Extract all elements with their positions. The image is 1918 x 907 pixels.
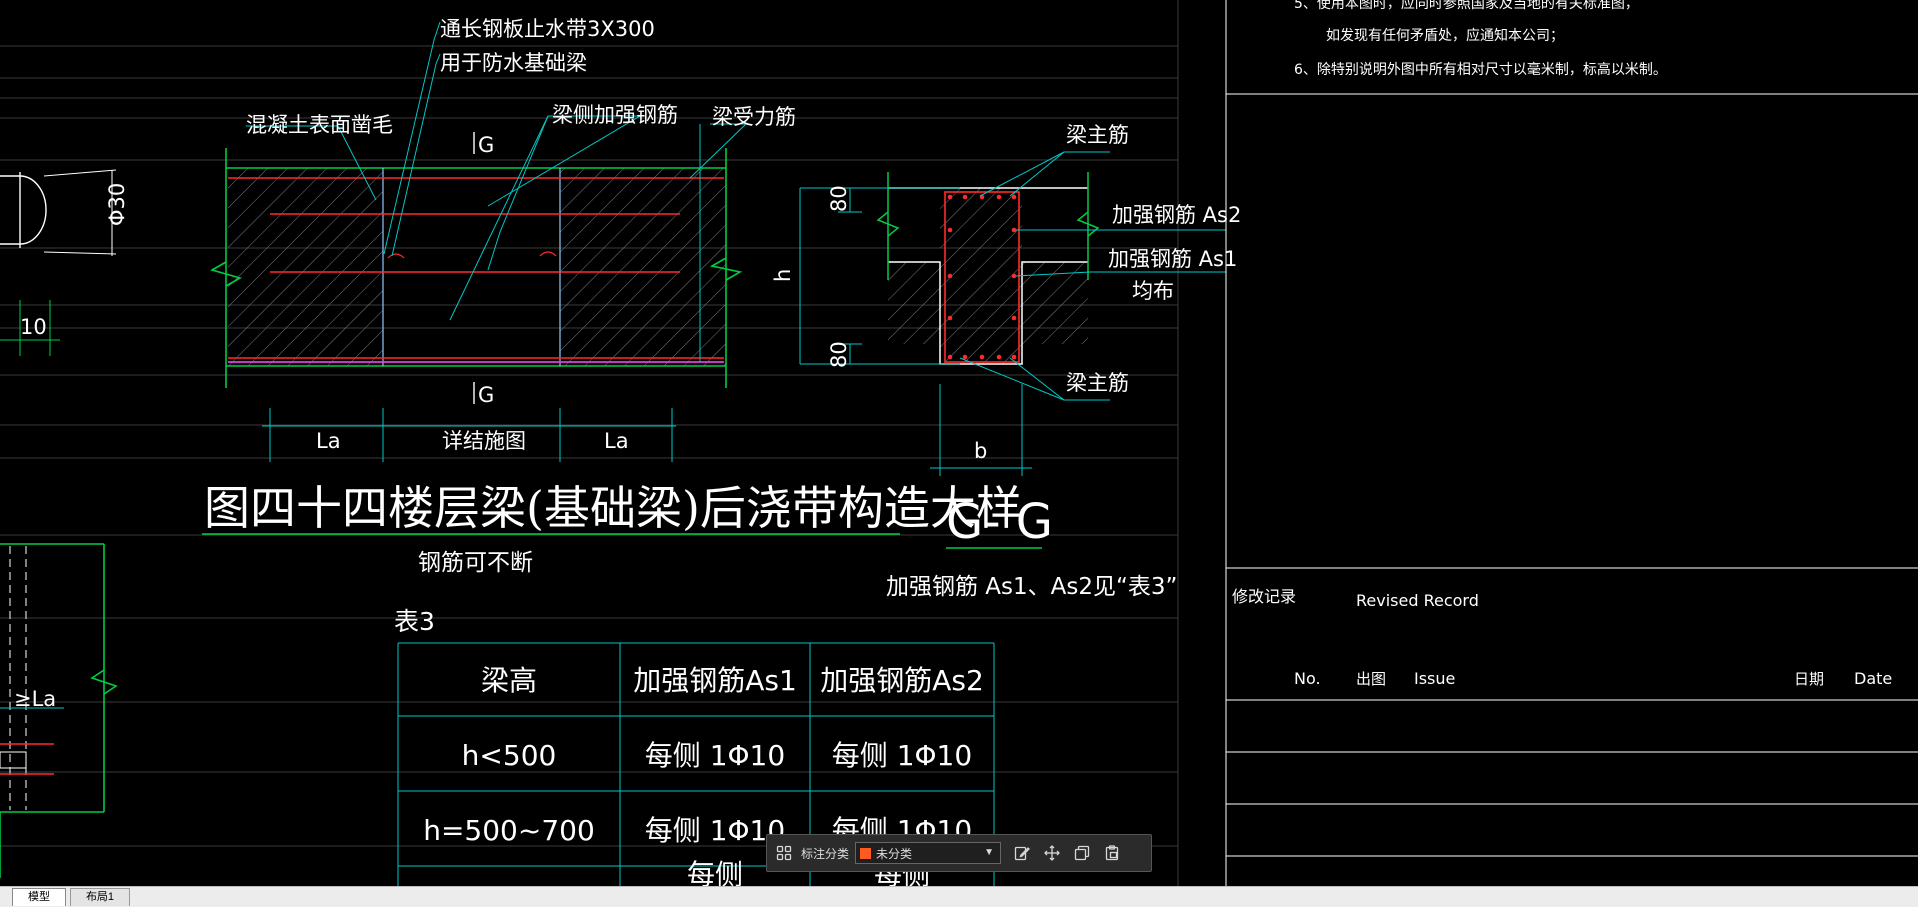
label-as2: 加强钢筋 As2: [1112, 203, 1241, 227]
layout-tab-bar: 模型 布局1: [0, 886, 1918, 907]
label-waterstop-use: 用于防水基础梁: [440, 51, 587, 75]
edit-icon[interactable]: [1011, 842, 1033, 864]
table-cell: 每侧 1Φ10: [645, 814, 785, 847]
paste-icon[interactable]: [1101, 842, 1123, 864]
table-header-as2: 加强钢筋As2: [820, 664, 984, 697]
category-color-swatch: [860, 847, 872, 859]
table-label: 表3: [394, 607, 435, 636]
table-cell: h<500: [462, 739, 557, 772]
concrete-hatch-right: [560, 168, 726, 366]
table-cell: 每侧 1Φ10: [832, 739, 972, 772]
label-main-rebar-top: 梁主筋: [1066, 123, 1129, 147]
table-header-as1: 加强钢筋As1: [633, 664, 797, 697]
chevron-down-icon: ▼: [984, 847, 995, 858]
label-dim-80-bottom: 80: [827, 341, 851, 368]
move-icon[interactable]: [1041, 842, 1063, 864]
tab-layout1[interactable]: 布局1: [70, 888, 130, 906]
label-dim-80-top: 80: [827, 185, 851, 212]
concrete-hatch-left: [228, 168, 383, 366]
category-select[interactable]: 未分类 ▼: [855, 842, 1002, 864]
table-cell: h=500~700: [423, 814, 595, 847]
note-5: 5、使用本图时，应同时参照国家及当地的有关标准图，: [1294, 0, 1639, 12]
note-5-cont: 如发现有任何矛盾处，应通知本公司；: [1326, 27, 1564, 44]
label-diameter: Φ30: [105, 183, 129, 226]
label-side-rebar: 梁侧加强钢筋: [552, 103, 678, 127]
col-date-en: Date: [1854, 669, 1892, 688]
tab-model[interactable]: 模型: [12, 888, 66, 906]
section-mark-top: G: [478, 133, 494, 157]
col-issue-en: Issue: [1414, 669, 1455, 688]
label-waterstop: 通长钢板止水带3X300: [440, 17, 655, 41]
rebar-table-note: 加强钢筋 As1、As2见“表3”: [886, 574, 1177, 600]
label-even: 均布: [1132, 279, 1174, 303]
label-la-left: La: [316, 429, 341, 453]
annotation-toolbar: 标注分类 未分类 ▼: [766, 834, 1152, 872]
label-dim-b: b: [974, 439, 987, 463]
label-as1: 加强钢筋 As1: [1108, 247, 1237, 271]
label-stress-rebar: 梁受力筋: [712, 105, 796, 129]
label-see-plan: 详结施图: [442, 429, 526, 453]
label-main-rebar-bottom: 梁主筋: [1066, 371, 1129, 395]
category-label: 标注分类: [801, 846, 850, 861]
detail-title: 图四十四楼层梁(基础梁)后浇带构造大样: [204, 481, 1022, 535]
cad-canvas[interactable]: 通长钢板止水带3X300 用于防水基础梁 混凝土表面凿毛 梁侧加强钢筋 梁受力筋…: [0, 0, 1918, 886]
copy-icon[interactable]: [1071, 842, 1093, 864]
col-date-cn: 日期: [1794, 670, 1824, 688]
col-no: No.: [1294, 669, 1321, 688]
revision-label-cn: 修改记录: [1232, 587, 1296, 606]
section-mark-bottom: G: [478, 383, 494, 407]
label-dim-10: 10: [20, 315, 47, 339]
table-cell: 每侧: [687, 858, 743, 886]
label-roughen: 混凝土表面凿毛: [246, 113, 393, 137]
grid-menu-icon[interactable]: [773, 842, 795, 864]
revision-label-en: Revised Record: [1356, 591, 1479, 610]
label-la-right: La: [604, 429, 629, 453]
rebar-continuous-note: 钢筋可不断: [418, 550, 533, 576]
table-cell: 每侧 1Φ10: [645, 739, 785, 772]
note-6: 6、除特别说明外图中所有相对尺寸以毫米制，标高以米制。: [1294, 61, 1667, 78]
col-issue-cn: 出图: [1356, 670, 1386, 688]
label-dim-h: h: [771, 269, 795, 282]
table-header-height: 梁高: [481, 664, 537, 697]
category-selected-value: 未分类: [876, 846, 913, 861]
label-la-bottom: ≥La: [14, 687, 56, 711]
section-title: G- G: [946, 494, 1053, 550]
